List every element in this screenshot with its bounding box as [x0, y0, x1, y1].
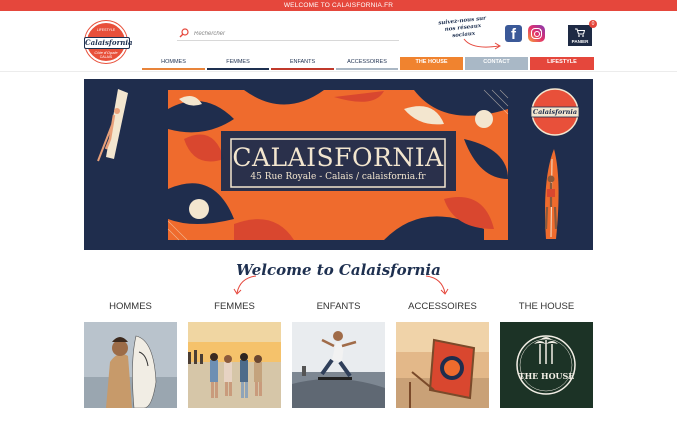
curved-arrow-right-icon [425, 275, 449, 295]
cart-button[interactable]: PANIER [568, 25, 592, 46]
site-logo[interactable]: LIFESTYLE Calaisfornia Côte d'Opale CALA… [84, 21, 133, 63]
banner-logo-name: Calaisfornia [532, 108, 578, 116]
nav-item-enfants[interactable]: ENFANTS [271, 57, 334, 70]
category-label-enfants[interactable]: ENFANTS [292, 301, 385, 312]
curved-arrow-icon [463, 38, 501, 50]
search-input[interactable] [194, 27, 394, 40]
facebook-icon[interactable]: f [505, 25, 522, 43]
logo-bottom-text: CALAIS [99, 55, 113, 59]
logo-name: Calaisfornia [84, 37, 133, 49]
the-house-logo-text: THE HOUSE [518, 371, 575, 381]
category-image-hommes[interactable] [84, 322, 177, 408]
category-image-enfants[interactable] [292, 322, 385, 408]
nav-item-femmes[interactable]: FEMMES [207, 57, 269, 70]
curved-arrow-left-icon [233, 275, 257, 295]
cart-label: PANIER [571, 39, 589, 44]
search-icon[interactable] [179, 28, 189, 38]
category-image-accessoires[interactable] [396, 322, 489, 408]
nav-item-accessoires[interactable]: ACCESSOIRES [336, 57, 398, 70]
cart-icon [575, 28, 585, 37]
category-label-femmes[interactable]: FEMMES [188, 301, 281, 312]
nav-item-the-house[interactable]: THE HOUSE [400, 57, 463, 70]
nav-item-lifestyle[interactable]: LIFESTYLE [530, 57, 594, 70]
header-divider [0, 71, 677, 72]
nav-item-contact[interactable]: CONTACT [465, 57, 528, 70]
banner-title: CALAISFORNIA [232, 143, 444, 172]
cart-count-badge: 0 [589, 20, 597, 28]
category-image-femmes[interactable] [188, 322, 281, 408]
instagram-icon[interactable] [528, 25, 545, 42]
main-navigation: HOMMES FEMMES ENFANTS ACCESSOIRES THE HO… [142, 57, 594, 70]
nav-item-hommes[interactable]: HOMMES [142, 57, 205, 70]
category-image-the-house[interactable]: THE HOUSE [500, 322, 593, 408]
category-label-the-house[interactable]: THE HOUSE [500, 301, 593, 312]
logo-top-text: LIFESTYLE [96, 28, 116, 32]
banner-subtitle: 45 Rue Royale - Calais / calaisfornia.fr [250, 172, 426, 182]
welcome-topbar: WELCOME TO CALAISFORNIA.FR [0, 0, 677, 11]
category-label-accessoires[interactable]: ACCESSOIRES [396, 301, 489, 312]
hero-banner[interactable]: CALAISFORNIA 45 Rue Royale - Calais / ca… [84, 79, 593, 250]
category-label-hommes[interactable]: HOMMES [84, 301, 177, 312]
search-bar[interactable] [177, 27, 399, 41]
